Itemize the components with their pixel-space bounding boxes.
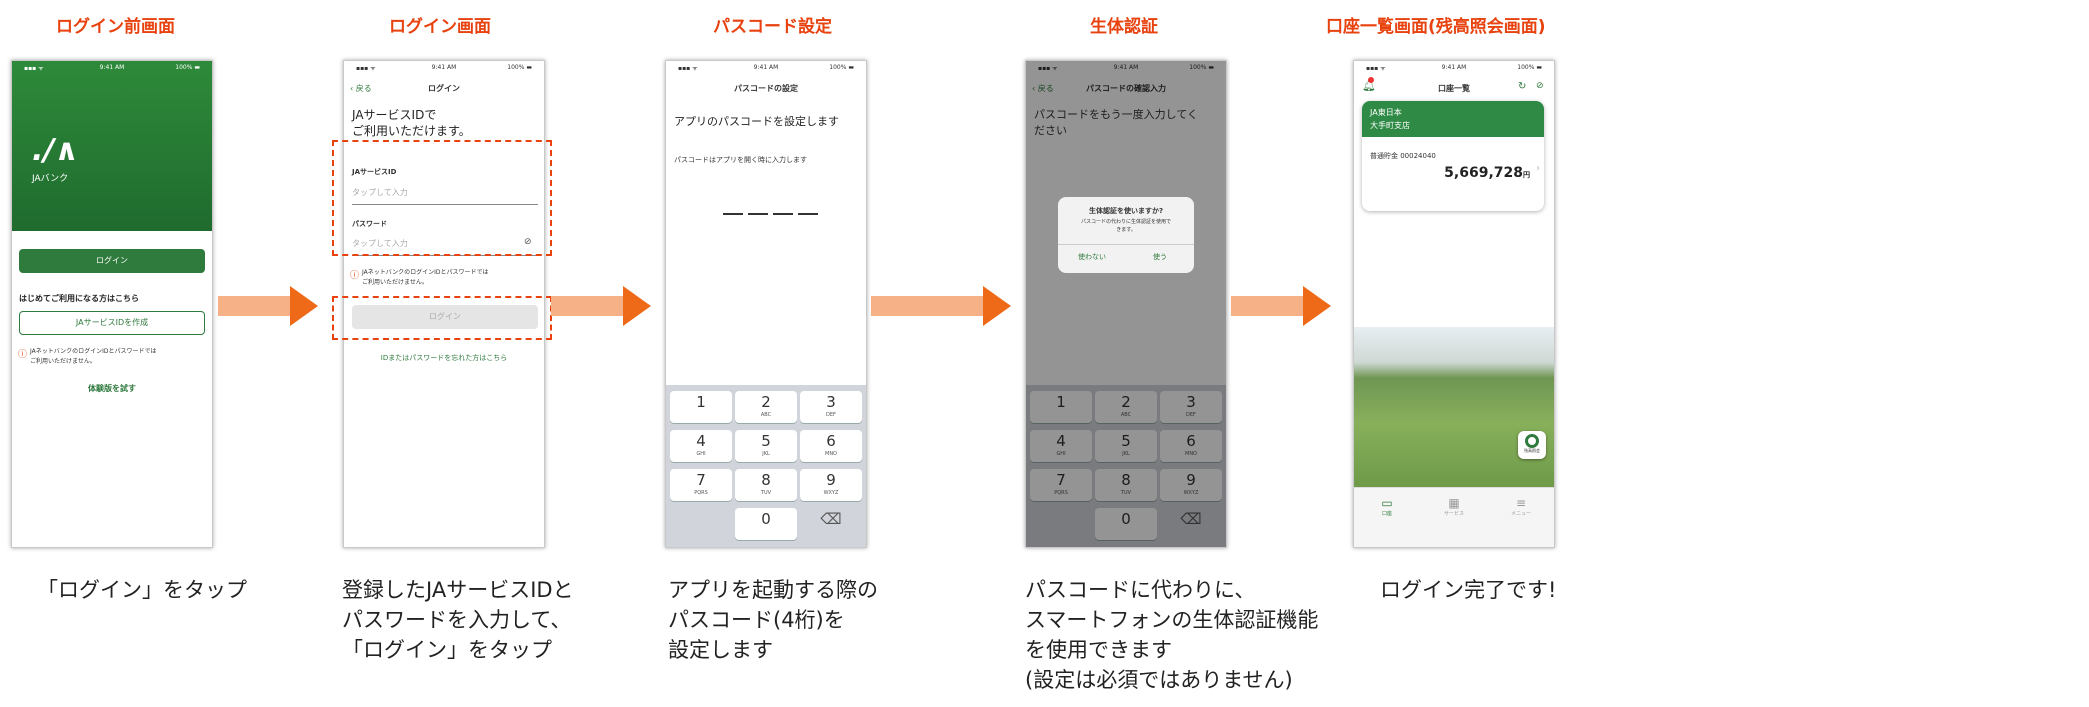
biometric-dialog: 生体認証を使いますか? パスコードの代わりに生体認証を使用で きます。 使わない…: [1058, 197, 1194, 273]
dialog-divider: [1058, 244, 1194, 245]
account-card[interactable]: JA東日本 大手町支店 普通貯金 00024040 5,669,728円 ›: [1362, 101, 1544, 211]
nav-title: パスコードの設定: [734, 84, 798, 93]
use-button[interactable]: 使う: [1126, 252, 1194, 262]
keypad-key[interactable]: 2 ABC: [735, 391, 797, 423]
menu-icon: ≡: [1515, 496, 1527, 510]
keypad-key[interactable]: 9 WXYZ: [800, 469, 862, 501]
tab-accounts[interactable]: ▭ 口座: [1362, 496, 1412, 517]
grid-icon: ▦: [1448, 496, 1460, 510]
status-bar: ▪▪▪ ᯤ 9:41 AM 100% ▬: [356, 64, 532, 72]
status-bar: ▪▪▪ ᯤ 9:41 AM 100% ▬: [24, 64, 200, 72]
balance-check-fab[interactable]: 残高照会: [1518, 431, 1546, 459]
caption-step-5: ログイン完了です!: [1380, 578, 1557, 602]
keypad-key[interactable]: 0: [735, 508, 797, 540]
dialog-body: パスコードの代わりに生体認証を使用で きます。: [1080, 219, 1171, 233]
forgot-credentials-link[interactable]: IDまたはパスワードを忘れた方はこちら: [344, 353, 544, 363]
landscape-image: [1354, 327, 1554, 487]
passcode-heading: アプリのパスコードを設定します: [674, 115, 839, 128]
tab-services[interactable]: ▦ サービス: [1429, 496, 1479, 517]
status-bar: ▪▪▪ ᯤ 9:41 AM 100% ▬: [678, 64, 854, 72]
step-title-5: 口座一覧画面(残高照会画面): [1326, 17, 1546, 37]
phone-pre-login: ▪▪▪ ᯤ 9:41 AM 100% ▬ .∕∧ JAバンク ログイン はじめて…: [11, 60, 213, 548]
modal-overlay: [1026, 61, 1226, 547]
keypad-key[interactable]: 5 JKL: [735, 430, 797, 462]
branch-name: 大手町支店: [1370, 121, 1410, 130]
ja-logo-icon: .∕∧: [32, 133, 79, 168]
passcode-digit-4: [798, 213, 818, 215]
keypad-key[interactable]: 7 PQRS: [670, 469, 732, 501]
step-title-2: ログイン画面: [389, 17, 491, 37]
caption-step-1: 「ログイン」をタップ: [37, 578, 247, 602]
refresh-icon[interactable]: ↻: [1518, 81, 1526, 92]
phone-biometric: ▪▪▪ ᯤ 9:41 AM 100% ▬ ‹ 戻る パスコードの確認入力 パスコ…: [1025, 60, 1227, 548]
number-keypad: 1 2 ABC 3 DEF 4 GHI 5 JKL 6 MNO 7 PQRS 8 TUV 9 WXYZ 0 ⌫: [666, 385, 866, 547]
caption-step-4: パスコードに代わりに、 スマートフォンの生体認証機能 を使用できます (設定は必…: [1025, 578, 1319, 692]
flow-arrow-1: [218, 286, 318, 326]
highlight-credentials: [332, 140, 552, 256]
nav-title: ログイン: [428, 84, 460, 93]
tab-menu[interactable]: ≡ メニュー: [1496, 496, 1546, 517]
passcode-digit-1: [723, 213, 743, 215]
create-service-id-button[interactable]: JAサービスIDを作成: [19, 311, 205, 335]
step-title-3: パスコード設定: [713, 17, 832, 37]
step-title-4: 生体認証: [1090, 17, 1158, 37]
first-time-heading: はじめてご利用になる方はこちら: [19, 294, 139, 303]
page-heading: JAサービスIDで ご利用いただけます。: [352, 108, 471, 138]
passcode-note: パスコードはアプリを開く時に入力します: [674, 156, 807, 164]
passcode-digit-2: [748, 213, 768, 215]
eye-off-icon[interactable]: ⊘: [1536, 81, 1544, 91]
bank-name: JA東日本: [1370, 108, 1402, 117]
step-title-1: ログイン前画面: [56, 17, 175, 37]
warning-text: JAネットバンクのログインIDとパスワードでは ご利用いただけません。: [30, 348, 157, 365]
flow-arrow-2: [551, 286, 651, 326]
status-bar: ▪▪▪ ᯤ 9:41 AM 100% ▬: [1366, 64, 1542, 72]
highlight-login-button: [332, 296, 552, 340]
flow-arrow-4: [1231, 286, 1331, 326]
account-balance: 5,669,728円: [1444, 165, 1530, 181]
card-icon: ▭: [1381, 496, 1393, 510]
tab-bar: ▭ 口座 ▦ サービス ≡ メニュー: [1354, 487, 1554, 547]
warning-text: JAネットバンクのログインIDとパスワードでは ご利用いただけません。: [362, 269, 489, 286]
warning-icon: ⓘ: [18, 350, 28, 360]
login-button[interactable]: ログイン: [19, 249, 205, 273]
passcode-digit-3: [773, 213, 793, 215]
ja-bank-logo-text: JAバンク: [32, 174, 69, 184]
account-number: 普通貯金 00024040: [1370, 152, 1436, 160]
dont-use-button[interactable]: 使わない: [1058, 252, 1126, 262]
chevron-right-icon: ›: [1536, 163, 1540, 174]
caption-step-3: アプリを起動する際の パスコード(4桁)を 設定します: [668, 578, 878, 662]
flow-arrow-3: [871, 286, 1011, 326]
warning-icon: ⓘ: [350, 271, 360, 281]
donut-icon: [1525, 434, 1539, 448]
keypad-key[interactable]: ⌫: [800, 508, 862, 540]
keypad-key[interactable]: 8 TUV: [735, 469, 797, 501]
keypad-key[interactable]: 6 MNO: [800, 430, 862, 462]
trial-link[interactable]: 体験版を試す: [12, 383, 212, 394]
keypad-key[interactable]: 1: [670, 391, 732, 423]
caption-step-2: 登録したJAサービスIDと パスワードを入力して、 「ログイン」をタップ: [342, 578, 574, 662]
dialog-title: 生体認証を使いますか?: [1088, 207, 1164, 215]
keypad-key[interactable]: 3 DEF: [800, 391, 862, 423]
keypad-key[interactable]: [670, 508, 732, 540]
keypad-key[interactable]: 4 GHI: [670, 430, 732, 462]
phone-passcode: ▪▪▪ ᯤ 9:41 AM 100% ▬ パスコードの設定 アプリのパスコードを…: [665, 60, 867, 548]
phone-account-list: ▪▪▪ ᯤ 9:41 AM 100% ▬ 🔔︎ 口座一覧 ↻ ⊘ JA東日本 大…: [1353, 60, 1555, 548]
